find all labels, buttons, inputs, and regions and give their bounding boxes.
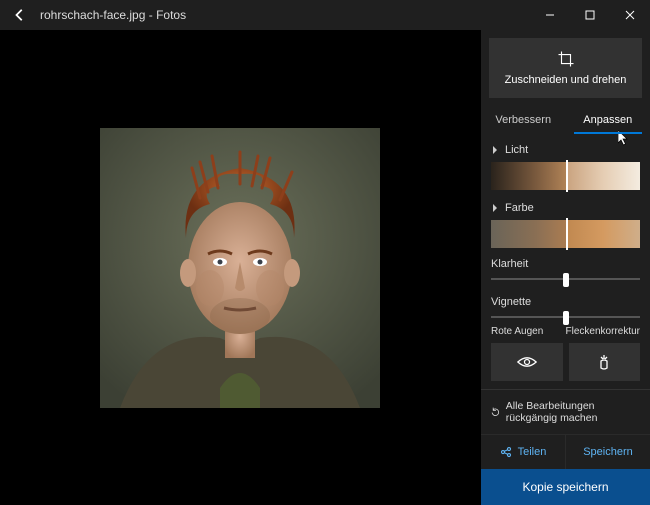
color-expander[interactable]: Farbe [491,202,640,214]
crop-rotate-label: Zuschneiden und drehen [505,74,627,86]
clarity-slider[interactable] [491,278,640,280]
tab-adjust[interactable]: Anpassen [566,106,650,134]
undo-all-label: Alle Bearbeitungen rückgängig machen [506,400,640,424]
save-copy-label: Kopie speichern [522,480,608,494]
image-canvas[interactable] [0,30,480,505]
vignette-slider[interactable] [491,316,640,318]
color-label: Farbe [505,202,534,214]
save-button[interactable]: Speichern [565,435,650,469]
vignette-label: Vignette [491,296,640,308]
red-eye-label: Rote Augen [491,326,560,337]
main: Zuschneiden und drehen Verbessern Anpass… [0,30,650,505]
titlebar: rohrschach-face.jpg - Fotos [0,0,650,30]
light-label: Licht [505,144,528,156]
light-expander[interactable]: Licht [491,144,640,156]
undo-all-button[interactable]: Alle Bearbeitungen rückgängig machen [481,389,650,434]
chevron-right-icon [491,146,499,154]
vignette-slider-thumb[interactable] [563,311,569,325]
back-button[interactable] [0,0,40,30]
app-name: Fotos [156,8,186,22]
spot-fix-button[interactable] [569,343,641,381]
spot-fix-label: Fleckenkorrektur [566,326,640,337]
clarity-slider-thumb[interactable] [563,273,569,287]
share-button[interactable]: Teilen [481,435,565,469]
spot-fix-icon [596,353,612,371]
minimize-button[interactable] [530,0,570,30]
crop-icon [557,50,575,68]
crop-rotate-button[interactable]: Zuschneiden und drehen [489,38,642,98]
chevron-right-icon [491,204,499,212]
undo-icon [491,406,500,418]
clarity-label: Klarheit [491,258,640,270]
close-button[interactable] [610,0,650,30]
tab-enhance[interactable]: Verbessern [481,106,566,134]
maximize-button[interactable] [570,0,610,30]
share-icon [500,446,512,458]
tab-row: Verbessern Anpassen [481,106,650,134]
window-title: rohrschach-face.jpg - Fotos [40,8,186,22]
red-eye-button[interactable] [491,343,563,381]
edit-sidebar: Zuschneiden und drehen Verbessern Anpass… [480,30,650,505]
light-preview[interactable] [491,162,640,190]
color-preview[interactable] [491,220,640,248]
eye-icon [517,355,537,369]
share-label: Teilen [518,446,547,458]
filename: rohrschach-face.jpg [40,8,145,22]
save-copy-button[interactable]: Kopie speichern [481,469,650,505]
photo-image [100,128,380,408]
save-label: Speichern [583,446,633,458]
